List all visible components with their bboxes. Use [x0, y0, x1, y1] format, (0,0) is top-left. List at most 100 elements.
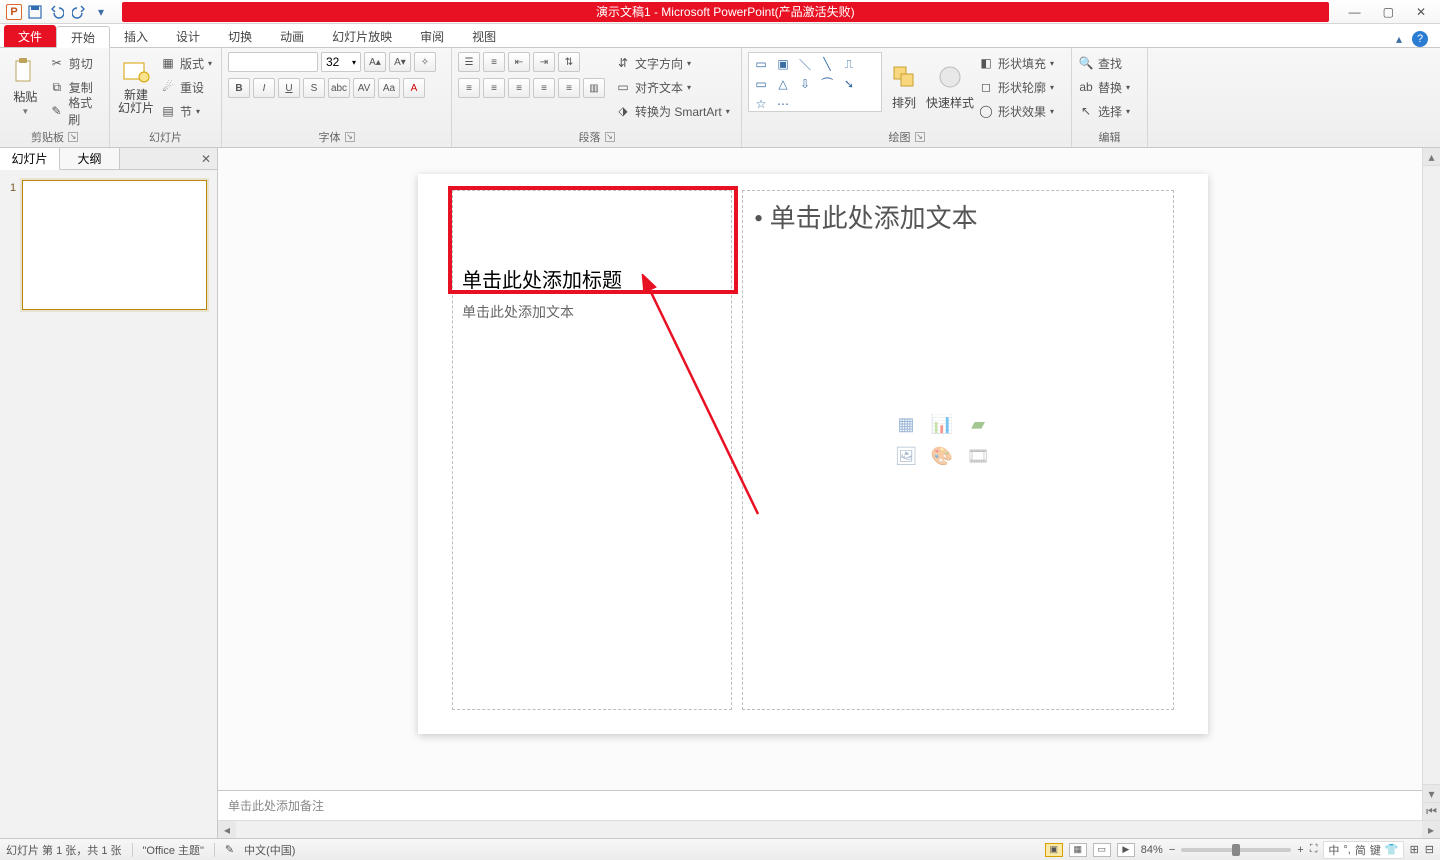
notes-pane[interactable]: 单击此处添加备注 [218, 790, 1422, 820]
shape-outline-button[interactable]: ◻形状轮廓▾ [978, 76, 1054, 98]
smartart-button[interactable]: ⬗转换为 SmartArt▾ [615, 100, 730, 122]
ime-expand-button[interactable]: ⊞ [1410, 843, 1419, 856]
align-center-button[interactable]: ≡ [483, 78, 505, 98]
spellcheck-icon[interactable]: ✎ [225, 843, 234, 856]
reset-button[interactable]: ☄重设 [160, 76, 212, 98]
title-placeholder-text[interactable]: 单击此处添加标题 [462, 264, 622, 293]
save-icon[interactable] [26, 3, 44, 21]
font-size-combo[interactable]: 32▾ [321, 52, 361, 72]
align-text-button[interactable]: ▭对齐文本▾ [615, 76, 730, 98]
zoom-level[interactable]: 84% [1141, 844, 1163, 856]
new-slide-button[interactable]: 新建 幻灯片 [116, 52, 156, 120]
insert-chart-icon[interactable]: 📊 [928, 412, 956, 436]
tab-review[interactable]: 审阅 [406, 25, 458, 47]
numbering-button[interactable]: ≡ [483, 52, 505, 72]
font-family-combo[interactable] [228, 52, 318, 72]
quick-styles-button[interactable]: 快速样式 [926, 52, 974, 120]
section-button[interactable]: ▤节▾ [160, 100, 212, 122]
slide-canvas[interactable]: 单击此处添加标题 单击此处添加文本 • 单击此处添加文本 ▦ 📊 ▰ 🖼 🎨 🎞 [418, 174, 1208, 734]
scroll-right-button[interactable]: ▸ [1422, 821, 1440, 838]
sorter-view-button[interactable]: ▦ [1069, 843, 1087, 857]
find-button[interactable]: 🔍查找 [1078, 52, 1130, 74]
help-icon[interactable]: ? [1412, 31, 1428, 47]
maximize-button[interactable]: ▢ [1383, 5, 1394, 19]
tab-animations[interactable]: 动画 [266, 25, 318, 47]
shadow-button[interactable]: S [303, 78, 325, 98]
clear-format-button[interactable]: ✧ [414, 52, 436, 72]
outline-tab[interactable]: 大纲 [60, 148, 120, 169]
underline-button[interactable]: U [278, 78, 300, 98]
align-left-button[interactable]: ≡ [458, 78, 480, 98]
normal-view-button[interactable]: ▣ [1045, 843, 1063, 857]
bold-button[interactable]: B [228, 78, 250, 98]
columns-button[interactable]: ▥ [583, 78, 605, 98]
tab-view[interactable]: 视图 [458, 25, 510, 47]
line-spacing-button[interactable]: ⇅ [558, 52, 580, 72]
shapes-gallery[interactable]: ▭▣＼╲⎍▭ △⇩⏜➘☆⋯ [748, 52, 882, 112]
close-button[interactable]: ✕ [1416, 5, 1426, 19]
replace-button[interactable]: ab替换▾ [1078, 76, 1130, 98]
minimize-ribbon-icon[interactable]: ▴ [1396, 32, 1402, 46]
qat-customize-icon[interactable]: ▾ [92, 3, 110, 21]
zoom-in-button[interactable]: + [1297, 844, 1303, 856]
insert-picture-icon[interactable]: 🖼 [892, 444, 920, 468]
scroll-left-button[interactable]: ◂ [218, 821, 236, 838]
distribute-button[interactable]: ≡ [558, 78, 580, 98]
slides-tab[interactable]: 幻灯片 [0, 148, 60, 170]
grow-font-button[interactable]: A▴ [364, 52, 386, 72]
file-tab[interactable]: 文件 [4, 25, 56, 47]
align-right-button[interactable]: ≡ [508, 78, 530, 98]
undo-icon[interactable] [48, 3, 66, 21]
strike-button[interactable]: abc [328, 78, 350, 98]
justify-button[interactable]: ≡ [533, 78, 555, 98]
font-launcher[interactable]: ↘ [345, 132, 355, 142]
paragraph-launcher[interactable]: ↘ [605, 132, 615, 142]
content-placeholder-text[interactable]: • 单击此处添加文本 [754, 198, 978, 235]
insert-table-icon[interactable]: ▦ [892, 412, 920, 436]
slide-thumbnail-1[interactable]: 1 [10, 180, 207, 310]
text-direction-button[interactable]: ⇵文字方向▾ [615, 52, 730, 74]
tab-slideshow[interactable]: 幻灯片放映 [318, 25, 406, 47]
ime-pin-button[interactable]: ⊟ [1425, 843, 1434, 856]
zoom-out-button[interactable]: − [1169, 844, 1175, 856]
clipboard-launcher[interactable]: ↘ [68, 132, 78, 142]
cut-label: 剪切 [69, 55, 93, 72]
char-spacing-button[interactable]: AV [353, 78, 375, 98]
tab-transitions[interactable]: 切换 [214, 25, 266, 47]
language-indicator[interactable]: 中文(中国) [244, 842, 295, 858]
inc-indent-button[interactable]: ⇥ [533, 52, 555, 72]
shrink-font-button[interactable]: A▾ [389, 52, 411, 72]
redo-icon[interactable] [70, 3, 88, 21]
reading-view-button[interactable]: ▭ [1093, 843, 1111, 857]
fit-window-button[interactable]: ⛶ [1310, 843, 1318, 856]
zoom-slider[interactable] [1181, 848, 1291, 852]
slideshow-view-button[interactable]: ▶ [1117, 843, 1135, 857]
italic-button[interactable]: I [253, 78, 275, 98]
ime-indicator[interactable]: 中 °, 简 键 👕 [1323, 841, 1403, 859]
tab-design[interactable]: 设计 [162, 25, 214, 47]
paste-button[interactable]: 粘贴 ▼ [6, 52, 45, 120]
dec-indent-button[interactable]: ⇤ [508, 52, 530, 72]
scroll-up-button[interactable]: ▴ [1423, 148, 1440, 166]
layout-button[interactable]: ▦版式▾ [160, 52, 212, 74]
bullets-button[interactable]: ☰ [458, 52, 480, 72]
shape-effects-button[interactable]: ◯形状效果▾ [978, 100, 1054, 122]
minimize-button[interactable]: — [1349, 5, 1361, 19]
select-button[interactable]: ↖选择▾ [1078, 100, 1130, 122]
horizontal-scrollbar[interactable]: ◂ ▸ [218, 820, 1440, 838]
subtitle-placeholder-text[interactable]: 单击此处添加文本 [462, 302, 574, 322]
cut-button[interactable]: ✂剪切 [49, 52, 103, 74]
shape-fill-button[interactable]: ◧形状填充▾ [978, 52, 1054, 74]
insert-clipart-icon[interactable]: 🎨 [928, 444, 956, 468]
tab-insert[interactable]: 插入 [110, 25, 162, 47]
tab-home[interactable]: 开始 [56, 26, 110, 48]
insert-media-icon[interactable]: 🎞 [964, 444, 992, 468]
insert-smartart-icon[interactable]: ▰ [964, 412, 992, 436]
drawing-launcher[interactable]: ↘ [915, 132, 925, 142]
change-case-button[interactable]: Aa [378, 78, 400, 98]
format-painter-button[interactable]: ✎格式刷 [49, 100, 103, 122]
vertical-scrollbar[interactable]: ▴ ▾ ⏮ ⏭ [1422, 148, 1440, 838]
pane-close-button[interactable]: ✕ [195, 148, 217, 169]
font-color-button[interactable]: A [403, 78, 425, 98]
arrange-button[interactable]: 排列 [886, 52, 922, 120]
